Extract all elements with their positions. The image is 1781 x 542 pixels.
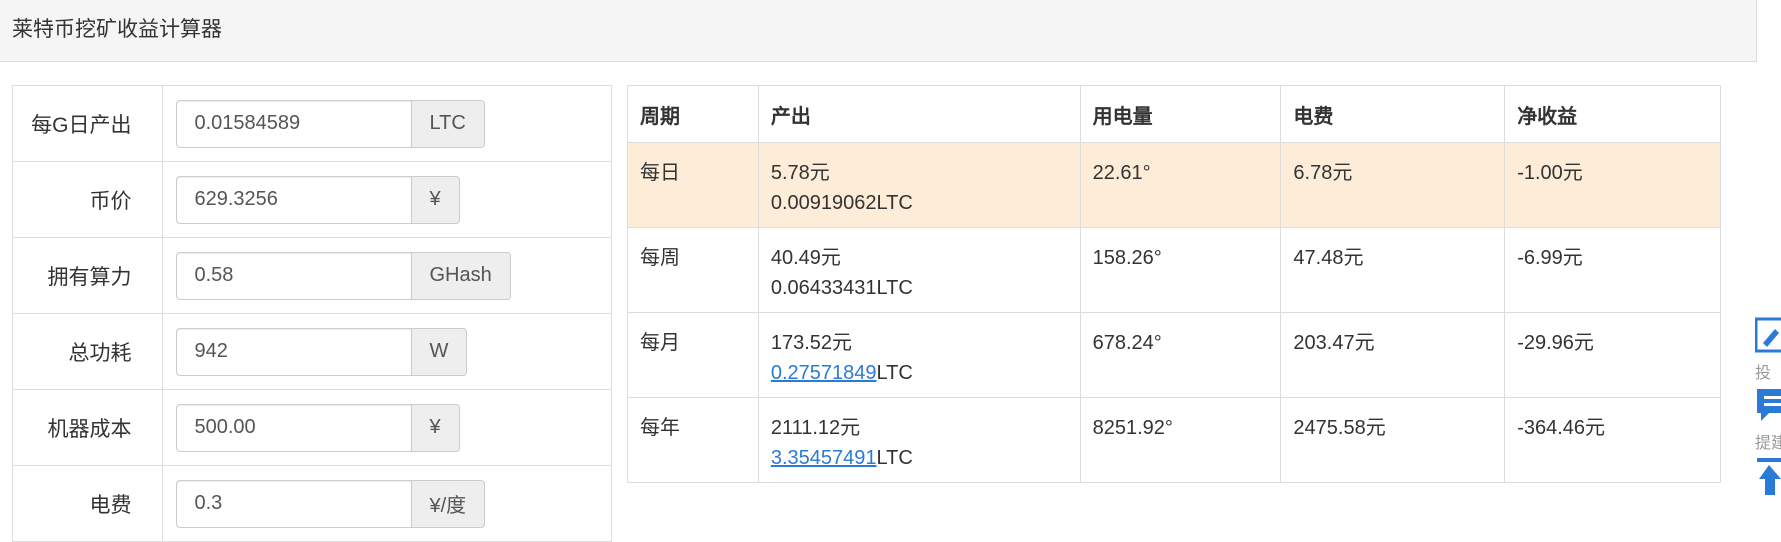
hashrate-input-group: GHash	[175, 251, 612, 300]
net-profit-cell: -1.00元	[1504, 142, 1721, 228]
hashrate-label: 拥有算力	[12, 237, 163, 314]
power-usage-cell: 158.26°	[1079, 227, 1282, 313]
output-ltc-link[interactable]: 3.35457491	[771, 447, 877, 469]
table-row: 每月 173.52元 0.27571849LTC 678.24° 203.47元…	[627, 312, 1721, 398]
back-to-top-icon	[1757, 458, 1781, 495]
form-row-power: 总功耗 W	[12, 313, 612, 390]
electricity-price-unit: ¥/度	[411, 479, 486, 528]
results-table: 周期 产出 用电量 电费 净收益 每日 5.78元 0.00919062LTC …	[627, 85, 1721, 483]
form-row-hashrate: 拥有算力 GHash	[12, 237, 612, 314]
table-row: 每周 40.49元 0.06433431LTC 158.26° 47.48元 -…	[627, 227, 1721, 313]
machine-cost-unit: ¥	[411, 403, 460, 452]
output-cell: 5.78元 0.00919062LTC	[757, 142, 1081, 228]
electricity-price-label: 电费	[12, 465, 163, 542]
ltc-unit: LTC	[876, 447, 913, 469]
output-cny: 40.49元	[770, 247, 841, 269]
col-header-output: 产出	[757, 85, 1081, 143]
power-usage-cell: 678.24°	[1079, 312, 1282, 398]
electricity-fee-cell: 47.48元	[1280, 227, 1506, 313]
output-ltc-link[interactable]: 0.27571849	[771, 362, 877, 384]
daily-yield-input-group: LTC	[175, 99, 612, 148]
form-row-coin-price: 币价 ¥	[12, 161, 612, 238]
period-cell: 每周	[627, 227, 759, 313]
comment-icon	[1757, 389, 1781, 421]
suggestion-tool-label: 提建	[1755, 435, 1781, 452]
results-header-row: 周期 产出 用电量 电费 净收益	[627, 85, 1721, 143]
output-ltc-value: 0.00919062	[770, 192, 877, 214]
form-row-machine-cost: 机器成本 ¥	[12, 389, 612, 466]
ltc-unit: LTC	[876, 192, 913, 214]
power-input-group: W	[175, 327, 612, 376]
input-form: 每G日产出 LTC 币价 ¥ 拥有算力 GHash	[12, 85, 612, 542]
output-ltc-value: 0.06433431	[770, 277, 877, 299]
suggestion-tool[interactable]: 提建	[1755, 385, 1781, 455]
output-cell: 2111.12元 3.35457491LTC	[757, 397, 1081, 483]
coin-price-input[interactable]	[175, 175, 412, 224]
daily-yield-input[interactable]	[175, 99, 412, 148]
feedback-tool[interactable]: 投	[1755, 315, 1781, 385]
net-profit-cell: -29.96元	[1504, 312, 1721, 398]
coin-price-label: 币价	[12, 161, 163, 238]
power-label: 总功耗	[12, 313, 163, 390]
period-cell: 每日	[627, 142, 759, 228]
power-usage-cell: 22.61°	[1079, 142, 1282, 228]
output-cny: 173.52元	[770, 332, 853, 354]
power-unit: W	[411, 327, 468, 376]
table-row: 每年 2111.12元 3.35457491LTC 8251.92° 2475.…	[627, 397, 1721, 483]
electricity-price-input[interactable]	[175, 479, 412, 528]
output-cell: 173.52元 0.27571849LTC	[757, 312, 1081, 398]
output-ltc: 0.27571849LTC	[771, 358, 1068, 388]
electricity-price-input-group: ¥/度	[175, 479, 612, 528]
feedback-tool-label: 投	[1755, 365, 1772, 382]
period-cell: 每年	[627, 397, 759, 483]
machine-cost-label: 机器成本	[12, 389, 163, 466]
col-header-electricity-fee: 电费	[1280, 85, 1506, 143]
daily-yield-label: 每G日产出	[12, 85, 163, 162]
hashrate-unit: GHash	[411, 251, 511, 300]
electricity-fee-cell: 6.78元	[1280, 142, 1506, 228]
net-profit-cell: -6.99元	[1504, 227, 1721, 313]
output-ltc: 0.00919062LTC	[771, 188, 1068, 218]
col-header-period: 周期	[627, 85, 759, 143]
side-toolbar: 投 提建	[1755, 315, 1781, 525]
hashrate-input[interactable]	[175, 251, 412, 300]
machine-cost-input[interactable]	[175, 403, 412, 452]
machine-cost-input-group: ¥	[175, 403, 612, 452]
output-ltc: 3.35457491LTC	[771, 443, 1068, 473]
period-cell: 每月	[627, 312, 759, 398]
form-row-electricity-price: 电费 ¥/度	[12, 465, 612, 542]
edit-icon	[1755, 317, 1781, 353]
output-cny: 2111.12元	[770, 417, 861, 439]
electricity-fee-cell: 2475.58元	[1280, 397, 1506, 483]
ltc-unit: LTC	[876, 362, 913, 384]
panel-heading: 莱特币挖矿收益计算器	[0, 0, 1757, 62]
col-header-power-usage: 用电量	[1079, 85, 1282, 143]
col-header-net-profit: 净收益	[1504, 85, 1721, 143]
output-ltc: 0.06433431LTC	[771, 273, 1068, 303]
coin-price-unit: ¥	[411, 175, 460, 224]
power-usage-cell: 8251.92°	[1079, 397, 1282, 483]
ltc-unit: LTC	[876, 277, 913, 299]
power-input[interactable]	[175, 327, 412, 376]
electricity-fee-cell: 203.47元	[1280, 312, 1506, 398]
page-title: 莱特币挖矿收益计算器	[12, 18, 222, 41]
table-row: 每日 5.78元 0.00919062LTC 22.61° 6.78元 -1.0…	[627, 142, 1721, 228]
form-row-daily-yield: 每G日产出 LTC	[12, 85, 612, 162]
output-cny: 5.78元	[770, 162, 830, 184]
net-profit-cell: -364.46元	[1504, 397, 1721, 483]
daily-yield-unit: LTC	[411, 99, 485, 148]
coin-price-input-group: ¥	[175, 175, 612, 224]
output-cell: 40.49元 0.06433431LTC	[757, 227, 1081, 313]
